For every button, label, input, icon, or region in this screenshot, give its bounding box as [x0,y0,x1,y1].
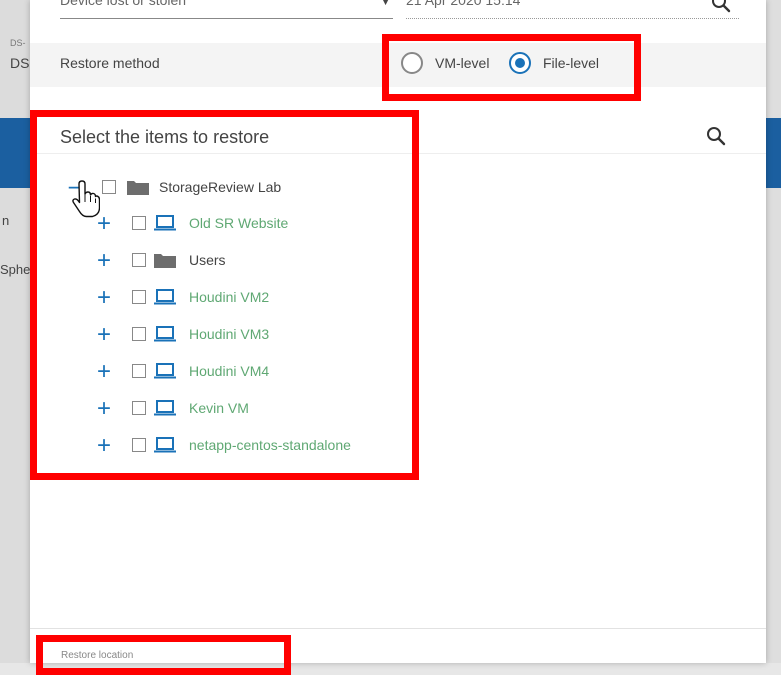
date-value: 21 Apr 2020 15:14 [406,0,521,8]
search-icon[interactable] [710,0,732,14]
reason-value: Device lost or stolen [60,0,187,8]
divider [30,628,766,629]
highlight-box-restore-method [382,34,641,101]
search-icon[interactable] [705,125,727,147]
background-label: DS- [10,38,26,48]
background-label: Sphe [0,262,31,277]
highlight-box-restore-location [36,635,291,675]
background-label: DS [10,55,30,71]
background-label: n [2,213,10,228]
chevron-down-icon: ▼ [380,0,391,8]
restore-method-label: Restore method [60,55,160,71]
highlight-box-items [30,110,419,480]
date-field[interactable]: 21 Apr 2020 15:14 [406,0,739,19]
reason-dropdown[interactable]: Device lost or stolen ▼ [60,0,393,19]
